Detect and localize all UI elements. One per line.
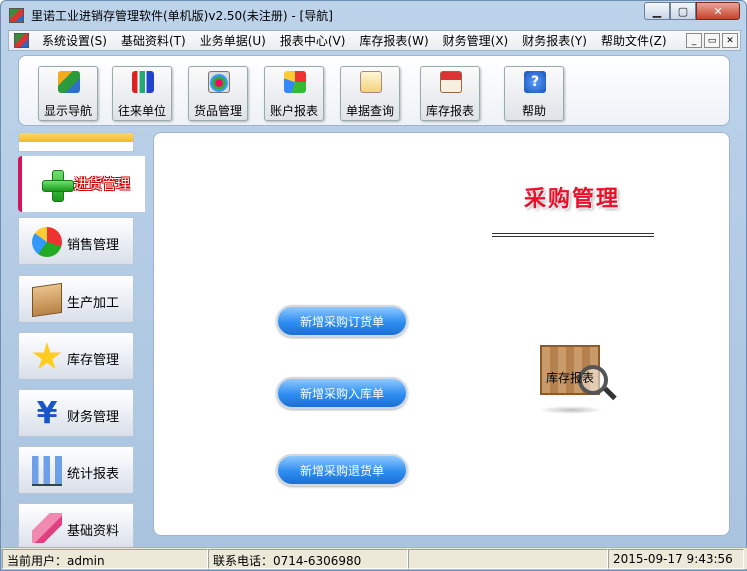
menu-report-center[interactable]: 报表中心(V) — [273, 32, 353, 49]
toolbar-label: 货品管理 — [193, 104, 242, 118]
sidebar-item-label: 生产加工 — [67, 296, 120, 311]
minimize-button[interactable]: ▁ — [644, 2, 670, 20]
sidebar-item-production[interactable]: 生产加工 — [18, 275, 134, 323]
content-panel: 采购管理 新增采购订货单 新增采购入库单 新增采购退货单 库存报表 — [153, 132, 730, 536]
sidebar-item-label: 进货管理 — [74, 177, 130, 193]
page-title: 采购管理 — [524, 187, 621, 212]
mdi-close-button[interactable]: ✕ — [722, 33, 738, 48]
box-icon — [32, 282, 62, 318]
crate-shadow — [538, 406, 604, 414]
close-button[interactable]: ✕ — [696, 2, 740, 20]
sidebar: 进货管理 销售管理 生产加工 库存管理 ¥ 财务管理 统计报表 基础资料 — [18, 132, 145, 551]
toolbar-document-query-button[interactable]: 单据查询 — [340, 66, 400, 121]
menu-help-files[interactable]: 帮助文件(Z) — [594, 32, 674, 49]
mdi-app-icon — [14, 33, 29, 48]
toolbar: 显示导航 往来单位 货品管理 账户报表 单据查询 库存报表 ? 帮助 — [18, 55, 730, 126]
stock-report-shortcut-label[interactable]: 库存报表 — [546, 369, 594, 386]
star-icon — [32, 342, 62, 370]
sidebar-item-label: 销售管理 — [67, 238, 120, 253]
app-icon — [9, 8, 24, 23]
title-bar[interactable]: 里诺工业进销存管理软件(单机版)v2.50(未注册) - [导航] ▁ ▢ ✕ — [1, 1, 746, 29]
bar-chart-icon — [32, 456, 62, 486]
toolbar-label: 往来单位 — [117, 104, 166, 118]
toolbar-label: 显示导航 — [43, 104, 92, 118]
contacts-icon — [132, 71, 154, 93]
mdi-restore-button[interactable]: ▭ — [704, 33, 720, 48]
toolbar-label: 账户报表 — [269, 104, 318, 118]
new-purchase-receipt-button[interactable]: 新增采购入库单 — [276, 377, 408, 409]
menu-bar: 系统设置(S) 基础资料(T) 业务单据(U) 报表中心(V) 库存报表(W) … — [8, 30, 741, 51]
sidebar-item-sales[interactable]: 销售管理 — [18, 217, 134, 265]
stock-report-icon — [440, 71, 462, 93]
window-title: 里诺工业进销存管理软件(单机版)v2.50(未注册) - [导航] — [31, 9, 333, 23]
sidebar-item-inventory[interactable]: 库存管理 — [18, 332, 134, 380]
status-phone: 联系电话：0714-6306980 — [208, 549, 408, 569]
sidebar-item-label: 基础资料 — [67, 524, 120, 539]
status-datetime: 2015-09-17 9:43:56 — [608, 549, 744, 569]
sidebar-item-label: 统计报表 — [67, 467, 120, 482]
menu-stock-report[interactable]: 库存报表(W) — [352, 32, 435, 49]
menu-finance-report[interactable]: 财务报表(Y) — [515, 32, 594, 49]
goods-icon — [208, 71, 230, 93]
sidebar-item-basic-data[interactable]: 基础资料 — [18, 503, 134, 551]
toolbar-contacts-button[interactable]: 往来单位 — [112, 66, 172, 121]
magnifier-handle-icon — [603, 386, 617, 401]
toolbar-show-navigation-button[interactable]: 显示导航 — [38, 66, 98, 121]
sidebar-item-purchase[interactable]: 进货管理 — [18, 156, 145, 212]
sidebar-item-label: 库存管理 — [67, 353, 120, 368]
sidebar-header-bar — [18, 132, 134, 152]
toolbar-help-button[interactable]: ? 帮助 — [504, 66, 564, 121]
title-divider — [492, 233, 654, 237]
account-report-icon — [284, 71, 306, 93]
plus-icon — [42, 170, 74, 202]
status-bar: 当前用户：admin 联系电话：0714-6306980 2015-09-17 … — [2, 547, 747, 569]
navigation-icon — [58, 71, 80, 93]
new-purchase-order-button[interactable]: 新增采购订货单 — [276, 305, 408, 337]
toolbar-label: 库存报表 — [425, 104, 474, 118]
menu-business-docs[interactable]: 业务单据(U) — [193, 32, 273, 49]
status-user: 当前用户：admin — [2, 549, 208, 569]
menu-system-settings[interactable]: 系统设置(S) — [35, 32, 114, 49]
help-icon: ? — [524, 71, 546, 93]
toolbar-label: 帮助 — [521, 104, 546, 118]
sidebar-item-finance[interactable]: ¥ 财务管理 — [18, 389, 134, 437]
pie-chart-icon — [32, 227, 62, 257]
sidebar-item-label: 财务管理 — [67, 410, 120, 425]
toolbar-label: 单据查询 — [345, 104, 394, 118]
brush-icon — [32, 513, 62, 543]
document-query-icon — [360, 71, 382, 93]
status-empty — [408, 549, 608, 569]
main-window: 里诺工业进销存管理软件(单机版)v2.50(未注册) - [导航] ▁ ▢ ✕ … — [0, 0, 747, 571]
toolbar-goods-button[interactable]: 货品管理 — [188, 66, 248, 121]
yen-icon: ¥ — [36, 396, 58, 431]
sidebar-item-statistics[interactable]: 统计报表 — [18, 446, 134, 494]
menu-finance[interactable]: 财务管理(X) — [436, 32, 516, 49]
maximize-button[interactable]: ▢ — [670, 2, 696, 20]
menu-basic-data[interactable]: 基础资料(T) — [114, 32, 193, 49]
toolbar-stock-report-button[interactable]: 库存报表 — [420, 66, 480, 121]
new-purchase-return-button[interactable]: 新增采购退货单 — [276, 454, 408, 486]
mdi-minimize-button[interactable]: _ — [686, 33, 702, 48]
toolbar-account-report-button[interactable]: 账户报表 — [264, 66, 324, 121]
